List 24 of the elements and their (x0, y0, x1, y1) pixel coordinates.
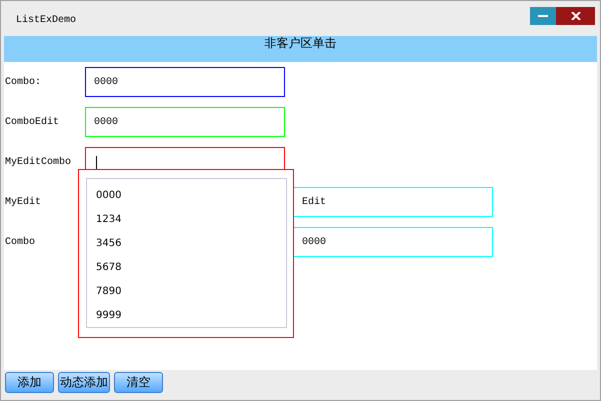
dropdown-item[interactable]: 7890 (87, 280, 286, 304)
field-label: Combo (4, 236, 36, 248)
dropdown-item[interactable]: 5678 (87, 256, 286, 280)
minimize-icon (538, 14, 548, 18)
action-button[interactable]: 清空 (114, 372, 163, 393)
field-label: MyEditCombo (4, 156, 72, 168)
non-client-banner[interactable]: 非客户区单击 (4, 36, 597, 62)
dropdown-item[interactable]: 9999 (87, 304, 286, 328)
close-button[interactable] (556, 7, 595, 25)
dropdown-item[interactable]: 0000 (87, 184, 286, 208)
dropdown-item[interactable]: 1234 (87, 208, 286, 232)
field-label: Combo: (4, 76, 42, 88)
edit-field[interactable]: 0000 (293, 227, 493, 257)
minimize-button[interactable] (530, 7, 556, 25)
close-icon (570, 12, 580, 20)
edit-field[interactable]: Edit (293, 187, 493, 217)
window-title: ListExDemo (16, 15, 76, 26)
field-label: MyEdit (4, 196, 42, 208)
action-button[interactable]: 动态添加 (58, 372, 110, 393)
combo-field[interactable]: 0000 (85, 67, 285, 97)
action-button[interactable]: 添加 (5, 372, 54, 393)
dropdown-item[interactable]: 3456 (87, 232, 286, 256)
field-label: ComboEdit (4, 116, 60, 128)
combo-field[interactable]: 0000 (85, 107, 285, 137)
